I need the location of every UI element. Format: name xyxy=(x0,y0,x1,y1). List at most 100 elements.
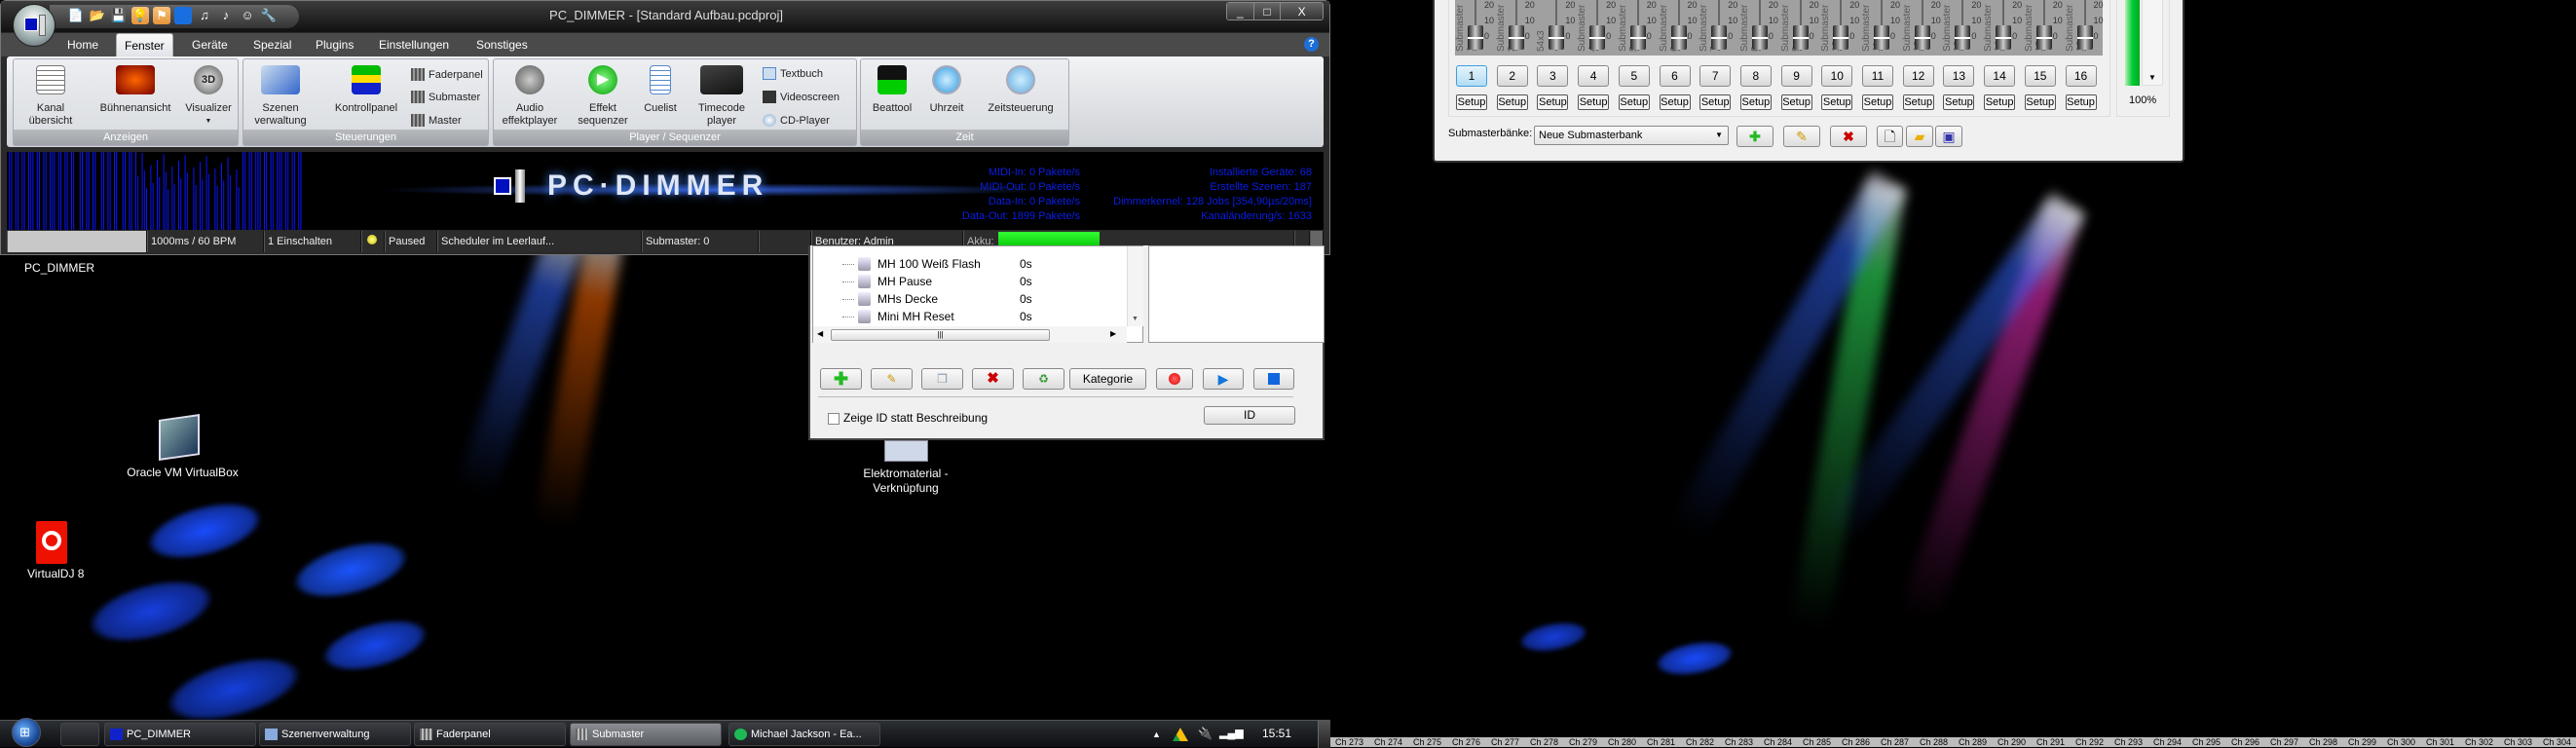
add-scene-button[interactable]: ✚ xyxy=(820,368,862,390)
taskbar-faderpanel[interactable]: Faderpanel xyxy=(414,723,566,746)
fader-knob[interactable] xyxy=(1792,25,1809,50)
add-bank-button[interactable]: ✚ xyxy=(1736,126,1773,147)
submaster-fader[interactable]: Submaster 920100 xyxy=(1780,0,1821,56)
setup-button[interactable]: Setup xyxy=(1739,94,1772,110)
fader-knob[interactable] xyxy=(1833,25,1849,50)
cuelist-button[interactable]: Cuelist xyxy=(640,65,681,115)
fader-knob[interactable] xyxy=(1549,25,1565,50)
setup-button[interactable]: Setup xyxy=(1618,94,1650,110)
setup-button[interactable]: Setup xyxy=(1456,94,1487,110)
start-button[interactable]: ⊞ xyxy=(12,718,41,747)
submaster-number-button[interactable]: 1 xyxy=(1456,65,1487,87)
taskbar-submaster[interactable]: Submaster xyxy=(570,723,722,746)
kanaluebersicht-button[interactable]: Kanal übersicht xyxy=(21,65,80,128)
play-button[interactable]: ▶ xyxy=(1203,368,1244,390)
setup-button[interactable]: Setup xyxy=(1699,94,1732,110)
desktop-icon-elektromaterial[interactable]: Elektromaterial - Verknüpfung xyxy=(852,467,959,496)
faderpanel-button[interactable]: Faderpanel xyxy=(411,68,483,81)
cdplayer-button[interactable]: CD-Player xyxy=(763,114,830,127)
delete-bank-button[interactable]: ✖ xyxy=(1830,126,1867,147)
fader-knob[interactable] xyxy=(1914,25,1930,50)
taskbar-pc-dimmer[interactable]: PC_DIMMER xyxy=(104,723,256,746)
setup-button[interactable]: Setup xyxy=(2065,94,2097,110)
submaster-fader[interactable]: Submaster 1520100 xyxy=(2024,0,2065,56)
submaster-number-button[interactable]: 10 xyxy=(1821,65,1853,87)
scroll-right-icon[interactable]: ▶ xyxy=(1110,329,1116,338)
save-bank-button[interactable]: ▣ xyxy=(1935,126,1962,147)
fader-knob[interactable] xyxy=(2076,25,2093,50)
submaster-fader[interactable]: Submaster 1320100 xyxy=(1942,0,1983,56)
uhrzeit-button[interactable]: Uhrzeit xyxy=(923,65,970,115)
desktop-icon-virtualbox[interactable]: Oracle VM VirtualBox xyxy=(117,466,248,480)
virtualdj-icon[interactable] xyxy=(36,521,67,564)
videoscreen-button[interactable]: Videoscreen xyxy=(763,91,840,103)
new-bank-button[interactable]: 🗋 xyxy=(1877,126,1903,147)
submaster-number-button[interactable]: 3 xyxy=(1537,65,1569,87)
tab-geraete[interactable]: Geräte xyxy=(184,33,236,56)
submaster-number-button[interactable]: 16 xyxy=(2065,65,2097,87)
fader-knob[interactable] xyxy=(1996,25,2012,50)
submaster-number-button[interactable]: 15 xyxy=(2024,65,2056,87)
help-icon[interactable]: ? xyxy=(1304,37,1319,52)
setup-button[interactable]: Setup xyxy=(1780,94,1812,110)
visualizer-button[interactable]: 3D Visualizer ▼ xyxy=(181,65,236,128)
submaster-fader[interactable]: Submaster 120100 xyxy=(1455,0,1496,56)
taskbar-spotify[interactable]: Michael Jackson - Ea... xyxy=(728,723,880,746)
buehnenansicht-button[interactable]: Bühnenansicht xyxy=(92,65,179,115)
virtualbox-icon[interactable] xyxy=(159,414,200,461)
open-bank-button[interactable]: ▰ xyxy=(1906,126,1933,147)
zeitsteuerung-button[interactable]: Zeitsteuerung xyxy=(978,65,1064,115)
submaster-number-button[interactable]: 11 xyxy=(1862,65,1893,87)
bank-dropdown[interactable]: Neue Submasterbank ▼ xyxy=(1534,126,1729,145)
submaster-button[interactable]: Submaster xyxy=(411,91,480,103)
effektsequenzer-button[interactable]: ▶ Effekt sequenzer xyxy=(576,65,630,128)
fader-knob[interactable] xyxy=(1711,25,1728,50)
stop-button[interactable] xyxy=(1253,368,1294,390)
minimize-button[interactable]: _ xyxy=(1227,3,1254,19)
submaster-fader[interactable]: Submaster 220100 xyxy=(1496,0,1537,56)
fader-knob[interactable] xyxy=(1751,25,1768,50)
master-fader[interactable]: ▼ xyxy=(2142,0,2163,86)
app-menu-orb[interactable] xyxy=(13,4,56,47)
submaster-fader[interactable]: Submaster 820100 xyxy=(1739,0,1780,56)
submaster-number-button[interactable]: 14 xyxy=(1984,65,2016,87)
submaster-fader[interactable]: Submaster 620100 xyxy=(1659,0,1699,56)
submaster-number-button[interactable]: 4 xyxy=(1578,65,1610,87)
fader-knob[interactable] xyxy=(1468,25,1483,50)
show-hidden-icons[interactable]: ▲ xyxy=(1152,729,1161,739)
setup-button[interactable]: Setup xyxy=(1984,94,2016,110)
setup-button[interactable]: Setup xyxy=(1537,94,1569,110)
power-plug-icon[interactable]: 🔌 xyxy=(1198,727,1213,740)
scene-row[interactable]: MH Pause 0s xyxy=(813,273,1125,290)
submaster-fader[interactable]: Submaster 1220100 xyxy=(1902,0,1943,56)
submaster-number-button[interactable]: 5 xyxy=(1618,65,1650,87)
edit-scene-button[interactable]: ✎ xyxy=(871,368,913,390)
taskbar-szenenverwaltung[interactable]: Szenenverwaltung xyxy=(259,723,411,746)
horizontal-scrollbar[interactable]: ◀ ||| ▶ xyxy=(813,326,1127,343)
setup-button[interactable]: Setup xyxy=(1902,94,1934,110)
vertical-scrollbar[interactable]: ▼ xyxy=(1127,246,1143,326)
submaster-fader[interactable]: Submaster 1120100 xyxy=(1861,0,1902,56)
fader-knob[interactable] xyxy=(2035,25,2052,50)
google-drive-icon[interactable] xyxy=(1173,728,1188,741)
tab-spezial[interactable]: Spezial xyxy=(245,33,299,56)
scene-row[interactable]: Mini MH Reset 0s xyxy=(813,308,1125,325)
setup-button[interactable]: Setup xyxy=(1821,94,1853,110)
record-button[interactable] xyxy=(1156,368,1193,390)
fader-knob[interactable] xyxy=(1629,25,1646,50)
submaster-fader[interactable]: 54x3 20 10 0 xyxy=(1536,0,1577,56)
tab-home[interactable]: Home xyxy=(59,33,106,56)
master-button[interactable]: Master xyxy=(411,114,462,127)
submaster-number-button[interactable]: 13 xyxy=(1943,65,1975,87)
timecodeplayer-button[interactable]: Timecode player xyxy=(692,65,751,128)
scrollbar-thumb[interactable]: ||| xyxy=(831,329,1050,341)
tab-einstellungen[interactable]: Einstellungen xyxy=(371,33,457,56)
copy-scene-button[interactable]: ❐ xyxy=(921,368,963,390)
submaster-number-button[interactable]: 6 xyxy=(1659,65,1691,87)
kategorie-button[interactable]: Kategorie xyxy=(1069,368,1146,390)
submaster-number-button[interactable]: 9 xyxy=(1780,65,1812,87)
scene-row[interactable]: MHs Decke 0s xyxy=(813,290,1125,308)
setup-button[interactable]: Setup xyxy=(1578,94,1610,110)
scene-row[interactable]: MH 100 Weiß Flash 0s xyxy=(813,255,1125,273)
submaster-number-button[interactable]: 7 xyxy=(1699,65,1732,87)
